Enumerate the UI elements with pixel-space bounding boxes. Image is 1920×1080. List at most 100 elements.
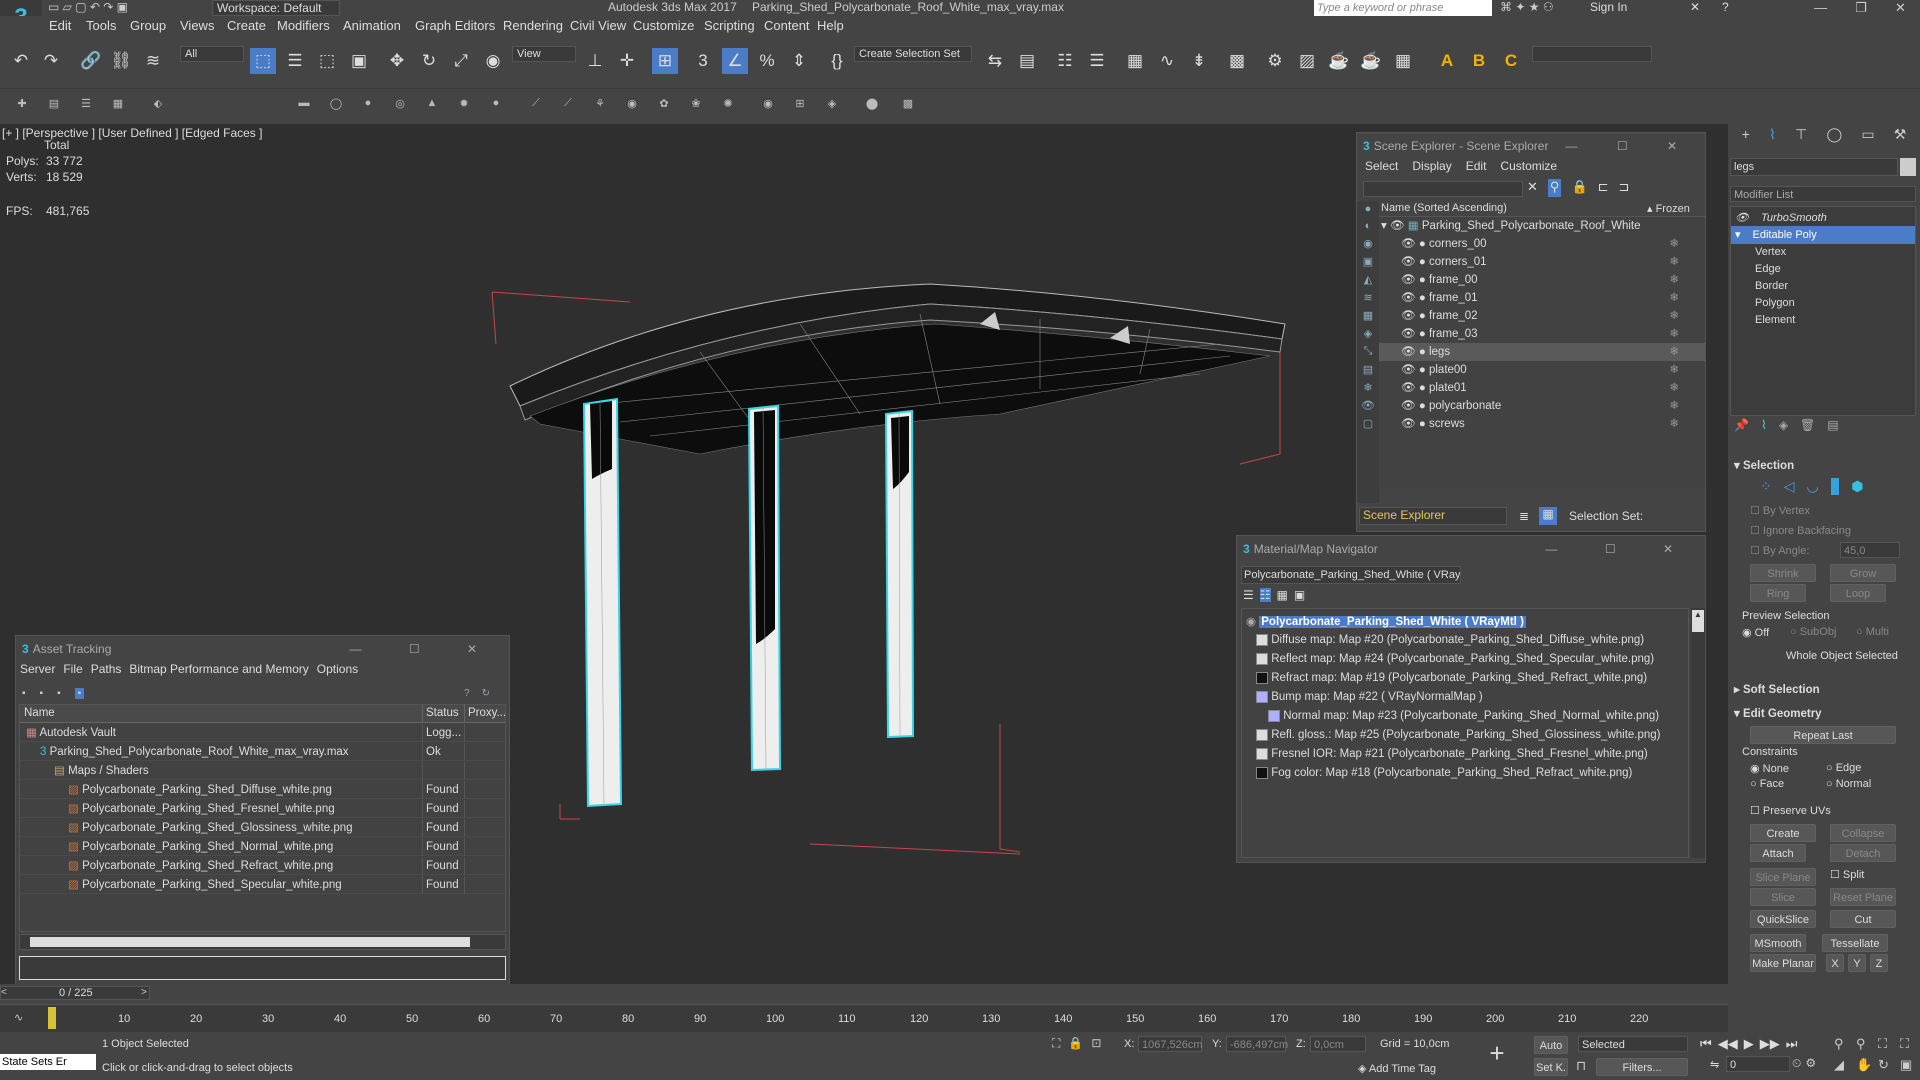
ribbon-tool-9-icon[interactable]: ◎ bbox=[392, 95, 408, 111]
toggle-ribbon-icon[interactable]: ☰ bbox=[1084, 48, 1110, 74]
ribbon-tool-7-icon[interactable]: ◯ bbox=[328, 95, 344, 111]
material-navigator-panel[interactable]: 3 Material/Map Navigator — ☐ ✕ Polycarbo… bbox=[1236, 535, 1706, 863]
object-name-field[interactable]: legs bbox=[1730, 158, 1898, 176]
at-table-row[interactable]: ▦ Autodesk Vault Logg... bbox=[20, 724, 505, 742]
at-table-row[interactable]: ▨ Polycarbonate_Parking_Shed_Specular_wh… bbox=[20, 876, 505, 894]
render-vray-icon[interactable]: ▦ bbox=[1390, 48, 1416, 74]
se-tree[interactable]: ▾ 👁 ▦ Parking_Shed_Polycarbonate_Roof_Wh… bbox=[1379, 217, 1705, 487]
freeze-icon[interactable]: ❄ bbox=[1669, 271, 1679, 289]
window-crossing-icon[interactable]: ▣ bbox=[346, 48, 372, 74]
menu-civil-view[interactable]: Civil View bbox=[570, 16, 626, 36]
display-geometry-icon[interactable]: ● bbox=[1365, 203, 1372, 215]
at-col-proxy[interactable]: Proxy... bbox=[468, 707, 506, 719]
modifier-list-dropdown[interactable]: Modifier List bbox=[1730, 186, 1916, 202]
help-icon[interactable]: ? bbox=[1722, 0, 1740, 16]
render-time-icon[interactable]: ⚙ bbox=[1805, 1056, 1816, 1071]
se-object-row[interactable]: 👁 ● screws ❄ bbox=[1379, 415, 1705, 433]
display-containers-icon[interactable]: ▤ bbox=[1363, 363, 1373, 376]
grow-button[interactable]: Grow bbox=[1830, 564, 1896, 582]
unlink-icon[interactable]: ⛓ bbox=[108, 48, 134, 74]
se-object-row[interactable]: 👁 ● frame_01 ❄ bbox=[1379, 289, 1705, 307]
y-coordinate-field[interactable]: -686,497cm bbox=[1226, 1036, 1288, 1052]
restore-icon[interactable]: ❐ bbox=[1855, 0, 1867, 16]
se-menu-edit[interactable]: Edit bbox=[1466, 159, 1487, 177]
ribbon-tool-22-icon[interactable]: ◈ bbox=[824, 95, 840, 111]
constraint-normal-radio[interactable]: ○ Normal bbox=[1826, 778, 1871, 790]
move-icon[interactable]: ✥ bbox=[384, 48, 410, 74]
modifier-stack-item[interactable]: Polygon bbox=[1731, 294, 1915, 312]
at-table-row[interactable]: ▨ Polycarbonate_Parking_Shed_Glossiness_… bbox=[20, 819, 505, 837]
menu-create[interactable]: Create bbox=[227, 16, 266, 36]
select-manipulate-icon[interactable]: ✛ bbox=[614, 48, 640, 74]
object-color-swatch[interactable] bbox=[1900, 158, 1916, 176]
minimize-icon[interactable]: — bbox=[1814, 0, 1827, 16]
view-large-icon[interactable]: ▣ bbox=[1294, 588, 1305, 602]
rotate-icon[interactable]: ↻ bbox=[416, 48, 442, 74]
se-explorer-name-field[interactable]: Scene Explorer bbox=[1359, 507, 1507, 525]
dope-sheet-icon[interactable]: ⇟ bbox=[1186, 48, 1212, 74]
ribbon-tool-17-icon[interactable]: ✿ bbox=[656, 95, 672, 111]
preview-subobj-radio[interactable]: ○ SubObj bbox=[1790, 626, 1836, 638]
orbit-icon[interactable]: ↻ bbox=[1878, 1057, 1898, 1076]
toolbar-dropdown[interactable] bbox=[1532, 46, 1652, 62]
menu-customize[interactable]: Customize bbox=[633, 16, 694, 36]
panel-window-controls[interactable]: — ☐ ✕ bbox=[350, 642, 499, 656]
ribbon-tool-3-icon[interactable]: ☰ bbox=[78, 95, 94, 111]
scene-explorer-panel[interactable]: 3 Scene Explorer - Scene Explorer — ☐ ✕ … bbox=[1356, 132, 1706, 532]
redo-icon[interactable]: ↷ bbox=[38, 48, 64, 74]
visibility-icon[interactable]: 👁 bbox=[1401, 238, 1416, 250]
se-object-row[interactable]: 👁 ● polycarbonate ❄ bbox=[1379, 397, 1705, 415]
se-col-frozen[interactable]: ▴ Frozen bbox=[1647, 202, 1690, 215]
se-object-row[interactable]: 👁 ● plate01 ❄ bbox=[1379, 379, 1705, 397]
key-mode-toggle-icon[interactable]: ⇋ bbox=[1710, 1058, 1719, 1071]
motion-tab-icon[interactable]: ◯ bbox=[1826, 126, 1842, 148]
mat-nav-name-field[interactable]: Polycarbonate_Parking_Shed_White ( VRayM bbox=[1241, 566, 1461, 584]
menu-group[interactable]: Group bbox=[130, 16, 166, 36]
close-x-icon[interactable]: ✕ bbox=[1690, 0, 1708, 16]
at-menu-server[interactable]: Server bbox=[20, 662, 55, 680]
filters-button[interactable]: Filters... bbox=[1596, 1058, 1688, 1076]
se-object-row[interactable]: 👁 ● plate00 ❄ bbox=[1379, 361, 1705, 379]
spinner-snap-icon[interactable]: ⇕ bbox=[786, 48, 812, 74]
menu-modifiers[interactable]: Modifiers bbox=[277, 16, 330, 36]
vray-a-icon[interactable]: A bbox=[1434, 48, 1460, 74]
expand-icon[interactable]: ▾ bbox=[1381, 220, 1387, 232]
constraint-face-radio[interactable]: ○ Face bbox=[1750, 778, 1784, 790]
at-menu-file[interactable]: File bbox=[63, 662, 82, 680]
make-unique-icon[interactable]: ◈ bbox=[1779, 418, 1788, 436]
key-mode-icon[interactable]: ⊓ bbox=[1576, 1058, 1586, 1074]
visibility-icon[interactable]: 👁 bbox=[1401, 328, 1416, 340]
rectangular-selection-icon[interactable]: ⬚ bbox=[314, 48, 340, 74]
at-tool-4-icon[interactable]: ▪ bbox=[74, 688, 85, 699]
border-icon[interactable]: ◡ bbox=[1807, 478, 1819, 495]
ribbon-tool-4-icon[interactable]: ▦ bbox=[110, 95, 126, 111]
visibility-icon[interactable]: 👁 bbox=[1401, 364, 1416, 376]
z-coordinate-field[interactable]: 0,0cm bbox=[1310, 1036, 1366, 1052]
at-path-field[interactable] bbox=[19, 956, 506, 980]
play-icon[interactable]: ▶ bbox=[1744, 1036, 1754, 1054]
display-cameras-icon[interactable]: ▣ bbox=[1363, 255, 1373, 268]
modifier-stack[interactable]: 👁 TurboSmooth ▾ Editable Poly Vertex Edge Bord… bbox=[1730, 206, 1916, 416]
ribbon-tool-14-icon[interactable]: ⟋ bbox=[560, 95, 576, 111]
se-object-row[interactable]: 👁 ● frame_03 ❄ bbox=[1379, 325, 1705, 343]
at-menu-bitmap[interactable]: Bitmap Performance and Memory bbox=[129, 662, 308, 680]
display-spacewarps-icon[interactable]: ≋ bbox=[1363, 291, 1372, 304]
pin-stack-icon[interactable]: 📌 bbox=[1734, 418, 1749, 436]
at-tool-2-icon[interactable]: ▪ bbox=[40, 688, 44, 699]
menu-help[interactable]: Help bbox=[817, 16, 844, 36]
ring-button[interactable]: Ring bbox=[1750, 584, 1806, 602]
configure-modifier-sets-icon[interactable]: ▤ bbox=[1827, 418, 1838, 436]
polygon-icon[interactable]: ■ bbox=[1830, 478, 1840, 495]
se-object-row[interactable]: 👁 ● legs ❄ bbox=[1379, 343, 1705, 361]
by-angle-spinner[interactable]: 45,0 bbox=[1840, 542, 1900, 558]
expand-icon[interactable]: ▾ bbox=[1735, 229, 1741, 241]
zoom-all-icon[interactable]: ⚲ bbox=[1856, 1036, 1876, 1055]
planar-z-button[interactable]: Z bbox=[1870, 954, 1888, 972]
modifier-on-icon[interactable]: 👁 bbox=[1735, 212, 1749, 224]
visibility-icon[interactable]: 👁 bbox=[1390, 220, 1405, 232]
search-input[interactable]: Type a keyword or phrase bbox=[1314, 0, 1492, 16]
vray-b-icon[interactable]: B bbox=[1466, 48, 1492, 74]
ribbon-tool-6-icon[interactable]: ▬ bbox=[296, 95, 312, 111]
freeze-icon[interactable]: ❄ bbox=[1669, 415, 1679, 433]
curve-editor-icon[interactable]: ∿ bbox=[1154, 48, 1180, 74]
